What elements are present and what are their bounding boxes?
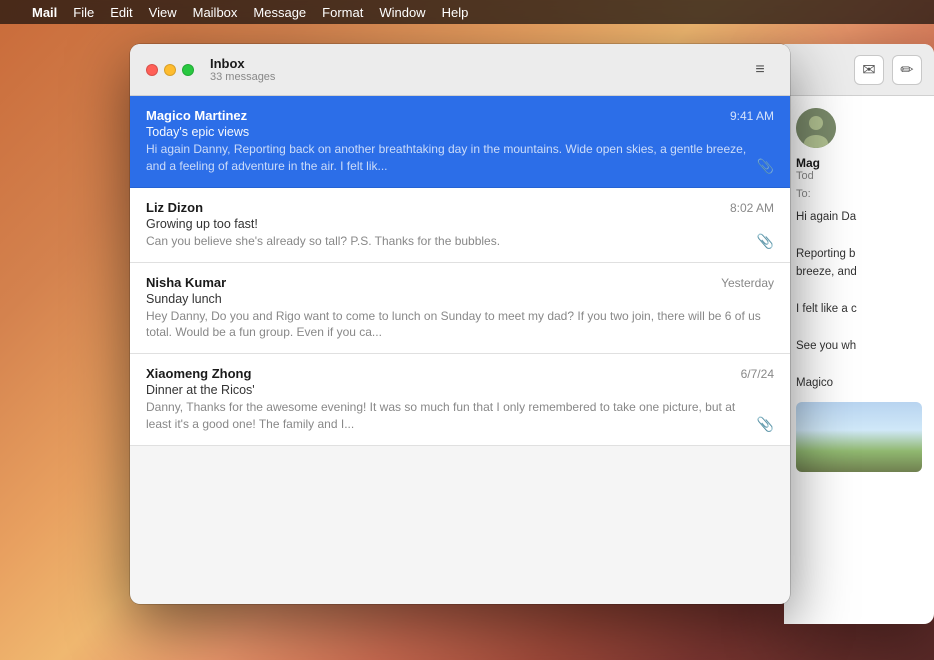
edit-button[interactable]: ✏	[892, 55, 922, 85]
message-header: Nisha Kumar Yesterday	[146, 275, 774, 290]
message-preview: Danny, Thanks for the awesome evening! I…	[146, 399, 753, 433]
message-sender: Liz Dizon	[146, 200, 203, 215]
message-header: Liz Dizon 8:02 AM	[146, 200, 774, 215]
detail-panel: ✉ ✏ Mag Tod To: Hi again Da Reporting b …	[784, 44, 934, 624]
detail-header: ✉ ✏	[784, 44, 934, 96]
message-sender: Nisha Kumar	[146, 275, 226, 290]
attachment-icon: 📎	[757, 158, 774, 175]
message-item[interactable]: Xiaomeng Zhong 6/7/24 Dinner at the Rico…	[130, 354, 790, 446]
menubar-item-file[interactable]: File	[65, 0, 102, 24]
menubar-item-format[interactable]: Format	[314, 0, 371, 24]
message-header: Magico Martinez 9:41 AM	[146, 108, 774, 123]
window-title-info: Inbox 33 messages	[210, 56, 275, 83]
filter-button[interactable]: ≡	[746, 56, 774, 84]
mail-window: Inbox 33 messages ≡ Magico Martinez 9:41…	[130, 44, 790, 604]
menubar-item-edit[interactable]: Edit	[102, 0, 140, 24]
message-item[interactable]: Liz Dizon 8:02 AM Growing up too fast! C…	[130, 188, 790, 263]
menubar-item-view[interactable]: View	[141, 0, 185, 24]
attachment-icon: 📎	[757, 233, 774, 250]
attachment-icon: 📎	[757, 416, 774, 433]
compose-button[interactable]: ✉	[854, 55, 884, 85]
detail-to: To:	[796, 188, 922, 200]
compose-icon: ✉	[862, 60, 875, 80]
menubar-item-mail[interactable]: Mail	[24, 0, 65, 24]
message-time: 9:41 AM	[730, 109, 774, 123]
message-item[interactable]: Magico Martinez 9:41 AM Today's epic vie…	[130, 96, 790, 188]
message-time: 6/7/24	[741, 367, 774, 381]
detail-date: Tod	[796, 170, 922, 182]
message-list: Magico Martinez 9:41 AM Today's epic vie…	[130, 96, 790, 604]
menubar-item-message[interactable]: Message	[245, 0, 314, 24]
close-button[interactable]	[146, 64, 158, 76]
maximize-button[interactable]	[182, 64, 194, 76]
message-subject: Dinner at the Ricos'	[146, 383, 774, 397]
menubar-item-help[interactable]: Help	[434, 0, 477, 24]
minimize-button[interactable]	[164, 64, 176, 76]
detail-body: Hi again Da Reporting b breeze, and I fe…	[796, 208, 922, 392]
detail-sender-name: Mag	[796, 156, 922, 170]
title-bar: Inbox 33 messages ≡	[130, 44, 790, 96]
message-subject: Sunday lunch	[146, 292, 774, 306]
message-subject: Today's epic views	[146, 125, 774, 139]
edit-icon: ✏	[900, 60, 913, 80]
title-actions: ≡	[746, 56, 774, 84]
window-subtitle: 33 messages	[210, 71, 275, 83]
menubar: Mail File Edit View Mailbox Message Form…	[0, 0, 934, 24]
message-preview-row: Hey Danny, Do you and Rigo want to come …	[146, 308, 774, 342]
detail-content: Mag Tod To: Hi again Da Reporting b bree…	[784, 96, 934, 472]
message-preview-row: Can you believe she's already so tall? P…	[146, 233, 774, 250]
message-header: Xiaomeng Zhong 6/7/24	[146, 366, 774, 381]
sender-avatar	[796, 108, 836, 148]
message-preview-row: Danny, Thanks for the awesome evening! I…	[146, 399, 774, 433]
message-subject: Growing up too fast!	[146, 217, 774, 231]
message-preview: Hi again Danny, Reporting back on anothe…	[146, 141, 753, 175]
filter-icon: ≡	[755, 61, 764, 79]
message-time: Yesterday	[721, 276, 774, 290]
detail-image	[796, 402, 922, 472]
message-preview-row: Hi again Danny, Reporting back on anothe…	[146, 141, 774, 175]
apple-menu[interactable]	[8, 0, 24, 24]
message-time: 8:02 AM	[730, 201, 774, 215]
message-sender: Magico Martinez	[146, 108, 247, 123]
traffic-lights	[146, 64, 194, 76]
message-sender: Xiaomeng Zhong	[146, 366, 251, 381]
message-item[interactable]: Nisha Kumar Yesterday Sunday lunch Hey D…	[130, 263, 790, 355]
menubar-item-mailbox[interactable]: Mailbox	[185, 0, 246, 24]
message-preview: Hey Danny, Do you and Rigo want to come …	[146, 308, 774, 342]
message-preview: Can you believe she's already so tall? P…	[146, 233, 753, 250]
window-title: Inbox	[210, 56, 275, 71]
menubar-item-window[interactable]: Window	[371, 0, 433, 24]
